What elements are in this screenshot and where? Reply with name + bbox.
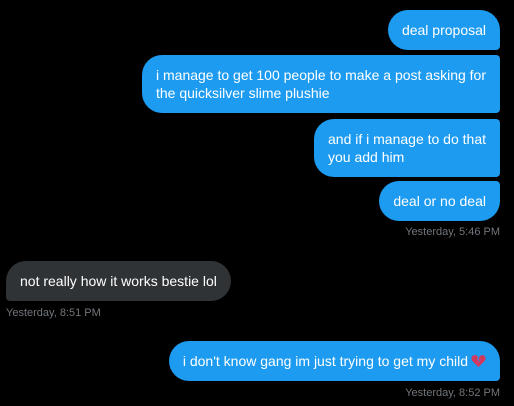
- outgoing-message[interactable]: i manage to get 100 people to make a pos…: [142, 55, 500, 113]
- message-text: deal proposal: [401, 22, 486, 38]
- incoming-message[interactable]: not really how it works bestie lol: [6, 261, 231, 301]
- outgoing-message[interactable]: i don't know gang im just trying to get …: [168, 341, 500, 381]
- message-timestamp: Yesterday, 5:46 PM: [405, 226, 500, 238]
- message-text: not really how it works bestie lol: [20, 273, 217, 289]
- outgoing-message[interactable]: deal or no deal: [379, 181, 500, 221]
- outgoing-message[interactable]: and if i manage to do that you add him: [314, 119, 500, 177]
- message-text: i don't know gang im just trying to get …: [182, 353, 468, 369]
- broken-heart-icon: [471, 354, 486, 368]
- message-text: you add him: [328, 149, 405, 165]
- message-text: i manage to get 100 people to make a pos…: [156, 67, 486, 83]
- dm-conversation: deal proposal i manage to get 100 people…: [0, 0, 514, 406]
- message-text: and if i manage to do that: [328, 131, 486, 147]
- message-text: deal or no deal: [393, 193, 486, 209]
- message-text: the quicksilver slime plushie: [156, 85, 330, 101]
- outgoing-message[interactable]: deal proposal: [387, 10, 500, 50]
- message-timestamp: Yesterday, 8:51 PM: [6, 307, 101, 319]
- message-timestamp: Yesterday, 8:52 PM: [405, 387, 500, 399]
